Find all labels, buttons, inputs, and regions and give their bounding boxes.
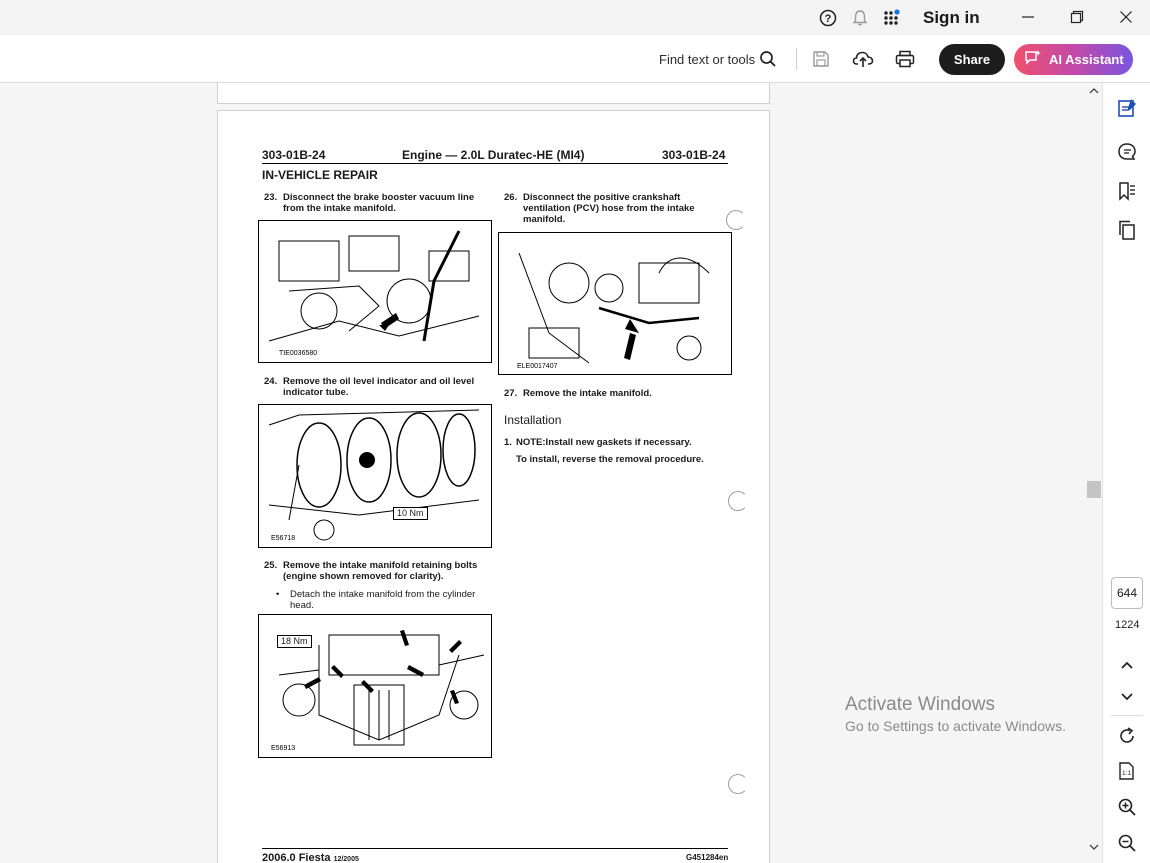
step-text: Remove the intake manifold. (523, 388, 652, 399)
previous-page-chevron-up-icon[interactable] (1117, 655, 1137, 675)
figure-label: TIE0036580 (279, 350, 318, 357)
edit-pdf-icon[interactable] (1117, 98, 1137, 118)
page-header-right: 303-01B-24 (662, 148, 726, 162)
minimize-icon[interactable] (1016, 6, 1040, 28)
step-number: 26. (504, 192, 518, 203)
svg-text:1:1: 1:1 (1122, 770, 1131, 777)
share-button[interactable]: Share (939, 44, 1005, 75)
figure-brake-booster: TIE0036580 (258, 220, 492, 363)
step-text: To install, reverse the removal procedur… (516, 454, 704, 465)
page-footer-left: 2006.0 Fiesta 12/2005 (262, 852, 359, 863)
header-rule (262, 163, 728, 164)
figure-illustration (518, 252, 710, 364)
panel-divider (1111, 715, 1143, 716)
section-title: IN-VEHICLE REPAIR (262, 168, 378, 182)
current-page-input[interactable]: 644 (1111, 577, 1143, 609)
figure-illustration (268, 230, 480, 342)
footer-rule (262, 848, 728, 849)
installation-step-1: 1. NOTE:Install new gaskets if necessary… (504, 437, 730, 448)
help-icon[interactable]: ? (818, 8, 838, 28)
installation-heading: Installation (504, 413, 562, 427)
title-bar: ? Sign in (0, 0, 1150, 35)
torque-callout: 10 Nm (393, 507, 428, 520)
step-number: 24. (264, 376, 278, 387)
pages-copy-icon[interactable] (1117, 220, 1137, 240)
comment-icon[interactable] (1117, 142, 1137, 162)
step-27: 27. Remove the intake manifold. (504, 388, 730, 399)
step-25-bullet: • Detach the intake manifold from the cy… (276, 589, 494, 611)
step-number: 27. (504, 388, 518, 399)
toolbar-divider (796, 48, 797, 70)
scroll-up-arrow-icon[interactable] (1089, 87, 1099, 98)
installation-step-1-sub: To install, reverse the removal procedur… (516, 454, 730, 465)
svg-text:?: ? (825, 13, 832, 25)
next-page-chevron-down-icon[interactable] (1117, 687, 1137, 707)
document-viewport[interactable]: 303-01B-24 Engine — 2.0L Duratec-HE (MI4… (0, 83, 1086, 863)
scrollbar-thumb[interactable] (1087, 481, 1101, 498)
notification-bell-icon[interactable] (850, 8, 870, 28)
step-text: Remove the oil level indicator and oil l… (283, 376, 475, 398)
page-header-left: 303-01B-24 (262, 148, 326, 162)
step-26: 26. Disconnect the positive crankshaft v… (504, 192, 730, 225)
bullet-text: Detach the intake manifold from the cyli… (290, 589, 476, 611)
restore-icon[interactable] (1065, 6, 1089, 28)
step-number: 25. (264, 560, 278, 571)
step-23: 23. Disconnect the brake booster vacuum … (264, 192, 494, 214)
previous-page (217, 83, 770, 104)
zoom-out-icon[interactable] (1117, 833, 1137, 853)
apps-grid-icon[interactable] (882, 8, 902, 28)
step-text: Disconnect the positive crankshaft venti… (523, 192, 695, 225)
close-icon[interactable] (1114, 6, 1138, 28)
step-text: NOTE:Install new gaskets if necessary. (516, 437, 692, 448)
footer-model: 2006.0 Fiesta (262, 852, 331, 863)
total-pages: 1224 (1115, 619, 1140, 631)
figure-oil-level-indicator: 10 Nm E56718 (258, 404, 492, 548)
step-number: 1. (504, 437, 512, 448)
scroll-down-arrow-icon[interactable] (1089, 843, 1099, 854)
page-header-title: Engine — 2.0L Duratec-HE (MI4) (402, 148, 585, 162)
ai-assistant-label: AI Assistant (1049, 52, 1124, 67)
toolbar: Find text or tools Share AI Assistant (0, 35, 1150, 83)
binder-hole (728, 774, 748, 794)
zoom-in-icon[interactable] (1117, 797, 1137, 817)
document-page: 303-01B-24 Engine — 2.0L Duratec-HE (MI4… (217, 110, 770, 863)
step-text: Remove the intake manifold retaining bol… (283, 560, 478, 582)
cloud-upload-icon[interactable] (852, 48, 874, 70)
bookmark-icon[interactable] (1117, 181, 1137, 201)
save-icon[interactable] (810, 48, 832, 70)
binder-hole (728, 491, 748, 511)
search-icon[interactable] (757, 48, 779, 70)
ai-assistant-button[interactable]: AI Assistant (1014, 44, 1133, 75)
find-text-tools[interactable]: Find text or tools (659, 52, 755, 67)
figure-label: ELE0017407 (517, 363, 558, 370)
activate-windows-subtitle: Go to Settings to activate Windows. (845, 718, 1066, 734)
ai-assistant-icon (1024, 49, 1042, 70)
sign-in-button[interactable]: Sign in (923, 8, 980, 28)
vertical-scrollbar[interactable] (1086, 83, 1102, 863)
step-text: Disconnect the brake booster vacuum line… (283, 192, 475, 214)
rotate-icon[interactable] (1117, 726, 1137, 746)
figure-label: E56718 (271, 535, 296, 542)
actual-size-icon[interactable]: 1:1 (1117, 761, 1137, 781)
page-footer-right: G451284en (686, 853, 729, 862)
torque-callout: 18 Nm (277, 635, 312, 648)
bullet-dot: • (276, 589, 280, 600)
right-tool-panel: 644 1224 1:1 (1102, 83, 1150, 863)
figure-pcv-hose: ELE0017407 (498, 232, 732, 375)
print-icon[interactable] (894, 48, 916, 70)
binder-hole (726, 210, 746, 230)
step-24: 24. Remove the oil level indicator and o… (264, 376, 494, 398)
step-25: 25. Remove the intake manifold retaining… (264, 560, 494, 582)
figure-illustration (268, 409, 480, 541)
figure-intake-manifold-bolts: 18 Nm E56913 (258, 614, 492, 758)
figure-label: E56913 (271, 745, 296, 752)
step-number: 23. (264, 192, 278, 203)
footer-date: 12/2005 (333, 856, 359, 863)
activate-windows-title: Activate Windows (845, 694, 995, 715)
